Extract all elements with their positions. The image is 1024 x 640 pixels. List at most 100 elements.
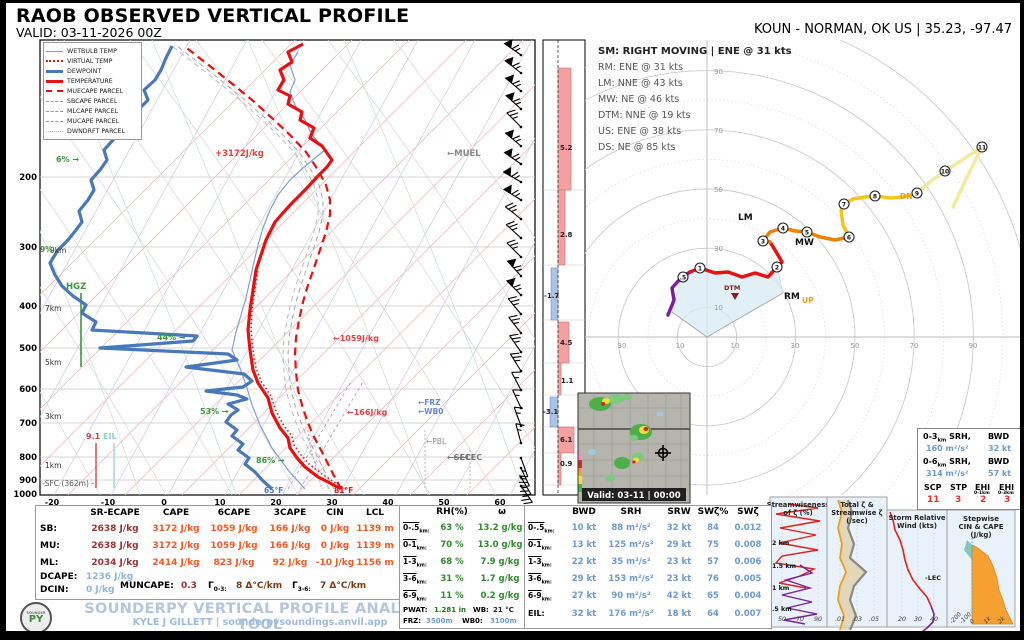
dewpoint-line-icon	[46, 70, 63, 73]
swzpct-value: 76	[707, 574, 719, 584]
wb0-table-label: WB0:	[462, 617, 483, 625]
omega-value: 0.2 g/kg	[481, 591, 520, 601]
svg-text:.5: .5	[680, 275, 686, 282]
scp-label: SCP	[924, 483, 942, 492]
bwd3-value: 32 kt	[988, 444, 1011, 453]
frz-value: 3500m	[426, 617, 453, 625]
eil-shear-value: 9.1	[86, 432, 101, 441]
legend-label: WETBULB TEMP	[67, 48, 117, 55]
layer-range: 0-1	[403, 540, 417, 549]
swzpct-value: 57	[707, 557, 719, 567]
svg-text:-3.1: -3.1	[543, 408, 558, 416]
station-info: KOUN - NORMAN, OK US | 35.23, -97.47	[754, 22, 1012, 37]
svg-text:1000: 1000	[13, 490, 37, 500]
svg-text:1.1: 1.1	[561, 377, 574, 385]
row-label: ML:	[40, 558, 58, 568]
swz-value: 0.007	[735, 609, 762, 619]
svg-text:9: 9	[915, 191, 919, 198]
layer-label: 6-9km:	[528, 591, 552, 603]
bwd6-value: 57 kt	[988, 469, 1011, 478]
svg-text:4: 4	[781, 226, 785, 233]
dwndrft-line-icon	[46, 131, 63, 132]
bwd-value: 13 kt	[572, 540, 597, 550]
dcin-label: DCIN:	[40, 585, 69, 595]
layer-range: 0-.5	[528, 523, 544, 532]
streamwiseness-panel: Streamwiseness of ζ (%) 2 km 1.5 km 1 km…	[767, 497, 830, 627]
p2-title-2: Streamwise ζ	[831, 509, 882, 517]
srw-value: 42 kt	[667, 591, 692, 601]
bwd-value: 22 kt	[572, 557, 597, 567]
virtual-temp-line-icon	[46, 60, 63, 62]
pbl-label: ←PBL	[426, 437, 447, 446]
ml-6cape: 823 J/kg	[214, 558, 255, 568]
sb-3cape: 166 J/kg	[270, 524, 311, 534]
svg-text:6.1: 6.1	[560, 436, 573, 444]
svg-text:900: 900	[19, 476, 37, 486]
eil-label: EIL	[103, 432, 117, 441]
swzpct-value: 65	[707, 591, 719, 601]
layer-label: 3-6km:	[528, 574, 552, 586]
svg-text:20: 20	[898, 616, 906, 623]
rh-9km-label: 9%	[40, 245, 53, 254]
layer-unit: km:	[542, 597, 552, 603]
srh3-value: 160 m²/s²	[926, 444, 969, 453]
layer-range: 0-.5	[403, 523, 419, 532]
svg-text:1km: 1km	[45, 461, 61, 470]
bwd3-label: BWD	[988, 432, 1009, 441]
legend-label: VIRTUAL TEMP	[67, 58, 112, 65]
row-label: SB:	[40, 524, 57, 534]
sounderpy-figure: 200300 400500 600700 800900 1000 13km9km…	[0, 0, 1024, 640]
svg-text:10: 10	[714, 304, 723, 312]
muel-label: ←MUEL	[447, 149, 481, 159]
muncape-label: MUNCAPE:	[120, 581, 174, 591]
omega-value: 13.0 g/kg	[478, 540, 523, 550]
rh-header: RH(%)	[436, 507, 468, 517]
swz-value: 0.012	[735, 523, 762, 533]
p1-title-2: of ζ (%)	[783, 509, 812, 517]
cape6-annotation: ←1059J/kg	[333, 334, 379, 343]
svg-text:.01: .01	[835, 616, 845, 623]
col-header: CIN	[326, 508, 344, 518]
srh-value: 153 m²/s²	[608, 574, 653, 584]
mu-srecape: 2638 J/kg	[91, 541, 138, 551]
srh-value: 90 m²/s²	[611, 591, 650, 601]
svg-text:800: 800	[19, 453, 37, 463]
omega-value: 1.7 g/kg	[481, 574, 520, 584]
sm-line: SM: RIGHT MOVING | ENE @ 31 kts	[598, 44, 792, 60]
dtm-label: DTM	[724, 284, 740, 292]
layer-unit: km:	[419, 529, 429, 535]
valid-time: VALID: 03-11-2026 00Z	[16, 25, 162, 40]
mu-cin: 0 J/kg	[321, 541, 349, 551]
legend-label: MUCAPE PARCEL	[67, 118, 119, 125]
srw-header: SRW	[667, 507, 690, 517]
eil-row-label: EIL:	[528, 609, 545, 618]
layer-label: 0-.5km:	[403, 523, 430, 535]
legend-label: MLCAPE PARCEL	[67, 108, 118, 115]
mucape-annotation: +3172J/kg	[215, 149, 264, 159]
layer-unit: km:	[417, 597, 427, 603]
frz-label: ←FRZ	[418, 398, 441, 407]
p4-title-1: Stepwise	[963, 515, 999, 523]
svg-text:90: 90	[969, 342, 978, 350]
p3-title-2: Wind (kts)	[897, 522, 937, 530]
mu-cape: 3172 J/kg	[152, 541, 199, 551]
ml-cape: 2414 J/kg	[152, 558, 199, 568]
layer-label: 6-9km:	[403, 591, 427, 603]
mu-3cape: 166 J/kg	[270, 541, 311, 551]
ds-line: DS: NE @ 85 kts	[598, 140, 792, 156]
srh-value: 125 m²/s²	[608, 540, 653, 550]
omega-value: 13.2 g/kg	[478, 523, 523, 533]
col-header: CAPE	[163, 508, 189, 518]
swzpct-value: 64	[707, 609, 719, 619]
p4-title-3: (J/kg)	[970, 531, 991, 539]
stepwise-cape-panel: Stepwise CIN & CAPE (J/kg) -200 -100 0 1…	[947, 510, 1015, 627]
layer-label: 3-6km:	[403, 574, 427, 586]
srh-header: SRH	[621, 507, 642, 517]
upshear-label: UP	[802, 296, 814, 305]
layer-label: 0-1km:	[528, 540, 552, 552]
svg-text:90: 90	[814, 616, 822, 623]
rh-value: 63 %	[440, 523, 463, 533]
omega-value: 7.9 g/kg	[481, 557, 520, 567]
mucape-line-icon	[46, 121, 63, 122]
downshear-label: DN	[900, 192, 913, 201]
